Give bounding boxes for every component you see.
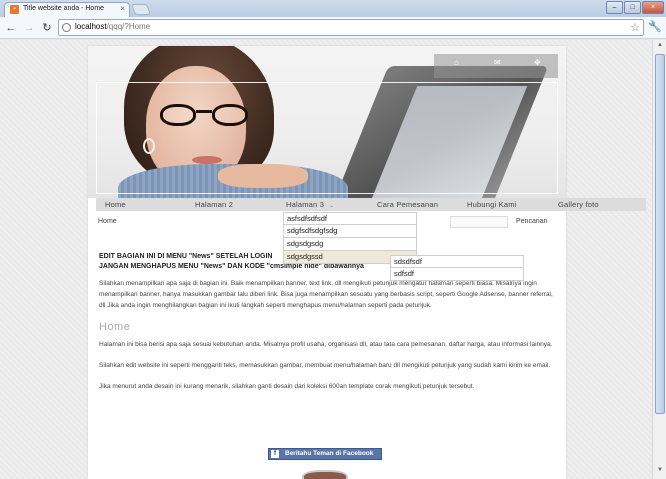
nav-item-halaman-2[interactable]: Halaman 2	[195, 200, 233, 209]
close-button[interactable]: ×	[642, 1, 664, 14]
nav-item-home[interactable]: Home	[105, 200, 126, 209]
nav-item-halaman-3[interactable]: Halaman 3 ⌄	[286, 200, 334, 209]
browser-toolbar: ← → ↻ localhost/qqq/?Home ☆ 🔧	[0, 17, 666, 39]
page-heading: Home	[99, 321, 131, 333]
banner-frame	[96, 82, 558, 194]
intro-paragraph: Silahkan menampilkan apa saja di bagian …	[99, 280, 553, 309]
tab-title: Title website anda - Home	[23, 5, 105, 12]
facebook-share-label: Beritahu Teman di Facebook	[285, 450, 374, 457]
bookmark-star-icon[interactable]: ☆	[630, 21, 640, 34]
new-tab-button[interactable]	[130, 4, 152, 15]
website-page: ⌂ ✉ ✥ Home Halaman 2 Halaman 3 ⌄ Cara Pem…	[88, 46, 646, 479]
scroll-down-icon[interactable]: ▼	[655, 467, 665, 477]
facebook-icon: f	[271, 450, 279, 458]
search-label: Pencarian	[516, 218, 548, 225]
dropdown-item[interactable]: asfsdfsdfsdf	[283, 212, 417, 225]
favicon-icon: ▪	[10, 5, 19, 14]
content-paragraph-3: Jika menurut anda desain ini kurang mena…	[99, 383, 475, 390]
back-icon[interactable]: ←	[4, 21, 18, 35]
forward-icon[interactable]: →	[22, 21, 36, 35]
breadcrumb[interactable]: Home	[98, 218, 117, 225]
content-paragraph-1: Halaman ini bisa berisi apa saja sesuai …	[99, 341, 553, 348]
chevron-down-icon: ⌄	[329, 203, 335, 209]
home-icon[interactable]: ⌂	[454, 58, 459, 67]
maximize-button[interactable]: □	[624, 1, 641, 14]
address-bar[interactable]: localhost/qqq/?Home ☆	[58, 19, 644, 36]
browser-tab[interactable]: ▪ Title website anda - Home ×	[4, 2, 130, 17]
submenu-item[interactable]: sdfsdf	[390, 268, 524, 281]
search-input[interactable]	[450, 216, 508, 228]
address-url: localhost/qqq/?Home	[75, 22, 151, 31]
window-buttons: – □ ×	[606, 1, 664, 14]
dropdown-submenu: sdsdfsdf sdfsdf	[390, 255, 524, 281]
page-viewport: ⌂ ✉ ✥ Home Halaman 2 Halaman 3 ⌄ Cara Pem…	[0, 40, 652, 479]
content-paragraph-2: Silahkan edit website ini seperti mengga…	[99, 362, 551, 369]
dropdown-item[interactable]: sdgsdgsdg	[283, 238, 417, 251]
main-navbar: Home Halaman 2 Halaman 3 ⌄ Cara Pemesanan…	[96, 198, 646, 211]
wrench-icon[interactable]: 🔧	[648, 20, 662, 33]
header-banner: ⌂ ✉ ✥	[88, 46, 566, 198]
facebook-share-button[interactable]: f Beritahu Teman di Facebook	[268, 448, 382, 460]
footer-badge	[302, 470, 348, 479]
minimize-button[interactable]: –	[606, 1, 623, 14]
page-icon	[62, 23, 71, 32]
nav-item-cara-pemesanan[interactable]: Cara Pemesanan	[377, 200, 438, 209]
reload-icon[interactable]: ↻	[40, 21, 54, 35]
mail-icon[interactable]: ✉	[494, 58, 501, 67]
browser-titlebar: ▪ Title website anda - Home × – □ ×	[0, 0, 666, 17]
sitemap-icon[interactable]: ✥	[534, 58, 541, 67]
dropdown-item[interactable]: sdgfsdfsdgfsdg	[283, 225, 417, 238]
nav-item-gallery-foto[interactable]: Gallery foto	[558, 200, 599, 209]
nav-item-hubungi-kami[interactable]: Hubungi Kami	[467, 200, 517, 209]
tab-close-icon[interactable]: ×	[120, 4, 125, 13]
vertical-scrollbar[interactable]: ▲ ▼	[652, 40, 666, 479]
submenu-item[interactable]: sdsdfsdf	[390, 255, 524, 268]
scroll-up-icon[interactable]: ▲	[655, 42, 665, 52]
scroll-thumb[interactable]	[655, 54, 665, 414]
